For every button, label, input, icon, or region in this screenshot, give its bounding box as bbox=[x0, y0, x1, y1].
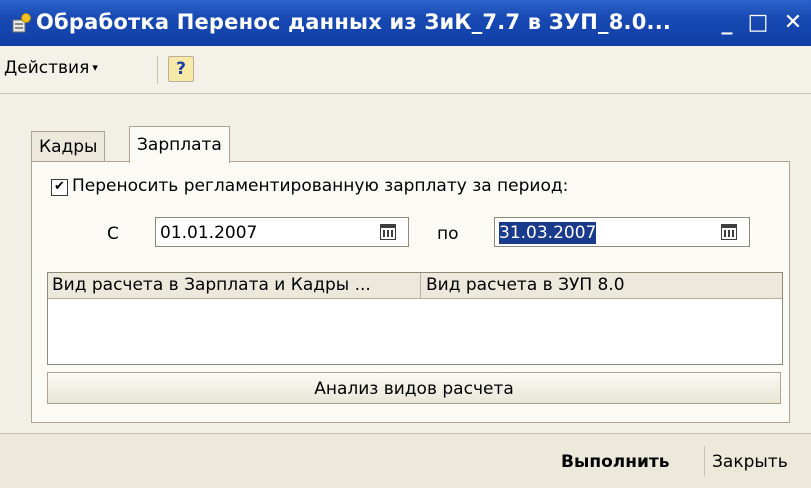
calendar-icon[interactable] bbox=[380, 224, 396, 240]
run-button[interactable]: Выполнить bbox=[561, 452, 669, 472]
calculation-types-table[interactable]: Вид расчета в Зарплата и Кадры ... Вид р… bbox=[47, 272, 783, 365]
column-header-zik[interactable]: Вид расчета в Зарплата и Кадры ... bbox=[48, 273, 421, 298]
column-header-zup[interactable]: Вид расчета в ЗУП 8.0 bbox=[422, 273, 782, 298]
toolbar-separator bbox=[157, 56, 158, 84]
date-to-input[interactable]: 31.03.2007 bbox=[494, 217, 750, 247]
help-button[interactable]: ? bbox=[168, 56, 194, 82]
transfer-salary-label[interactable]: Переносить регламентированную зарплату з… bbox=[72, 176, 568, 196]
date-to-value: 31.03.2007 bbox=[499, 222, 597, 244]
minimize-button[interactable]: _ bbox=[714, 10, 740, 36]
actions-menu[interactable]: Действия ▾ bbox=[4, 58, 98, 78]
tab-kadry[interactable]: Кадры bbox=[31, 131, 106, 163]
analyze-calculation-types-button[interactable]: Анализ видов расчета bbox=[47, 372, 781, 404]
date-from-value: 01.01.2007 bbox=[160, 223, 258, 243]
close-window-button[interactable]: ✕ bbox=[780, 10, 806, 36]
close-button[interactable]: Закрыть bbox=[712, 452, 788, 472]
period-to-label: по bbox=[437, 224, 459, 244]
transfer-salary-checkbox[interactable]: ✔ bbox=[51, 179, 68, 196]
toolbar: Действия ▾ ? bbox=[0, 46, 811, 94]
maximize-button[interactable]: □ bbox=[745, 10, 771, 36]
actions-menu-label: Действия bbox=[4, 58, 90, 78]
tab-zarplata[interactable]: Зарплата bbox=[129, 126, 230, 163]
date-from-input[interactable]: 01.01.2007 bbox=[155, 217, 409, 247]
period-from-label: С bbox=[107, 224, 119, 244]
processing-icon bbox=[12, 13, 31, 33]
window-title: Обработка Перенос данных из ЗиК_7.7 в ЗУ… bbox=[36, 10, 672, 34]
table-header: Вид расчета в Зарплата и Кадры ... Вид р… bbox=[48, 273, 782, 299]
footer-bar: Выполнить Закрыть bbox=[0, 433, 811, 488]
footer-separator bbox=[704, 446, 705, 476]
chevron-down-icon: ▾ bbox=[92, 61, 98, 74]
question-icon: ? bbox=[176, 59, 186, 79]
title-bar[interactable]: Обработка Перенос данных из ЗиК_7.7 в ЗУ… bbox=[0, 0, 811, 46]
calendar-icon[interactable] bbox=[721, 224, 737, 240]
